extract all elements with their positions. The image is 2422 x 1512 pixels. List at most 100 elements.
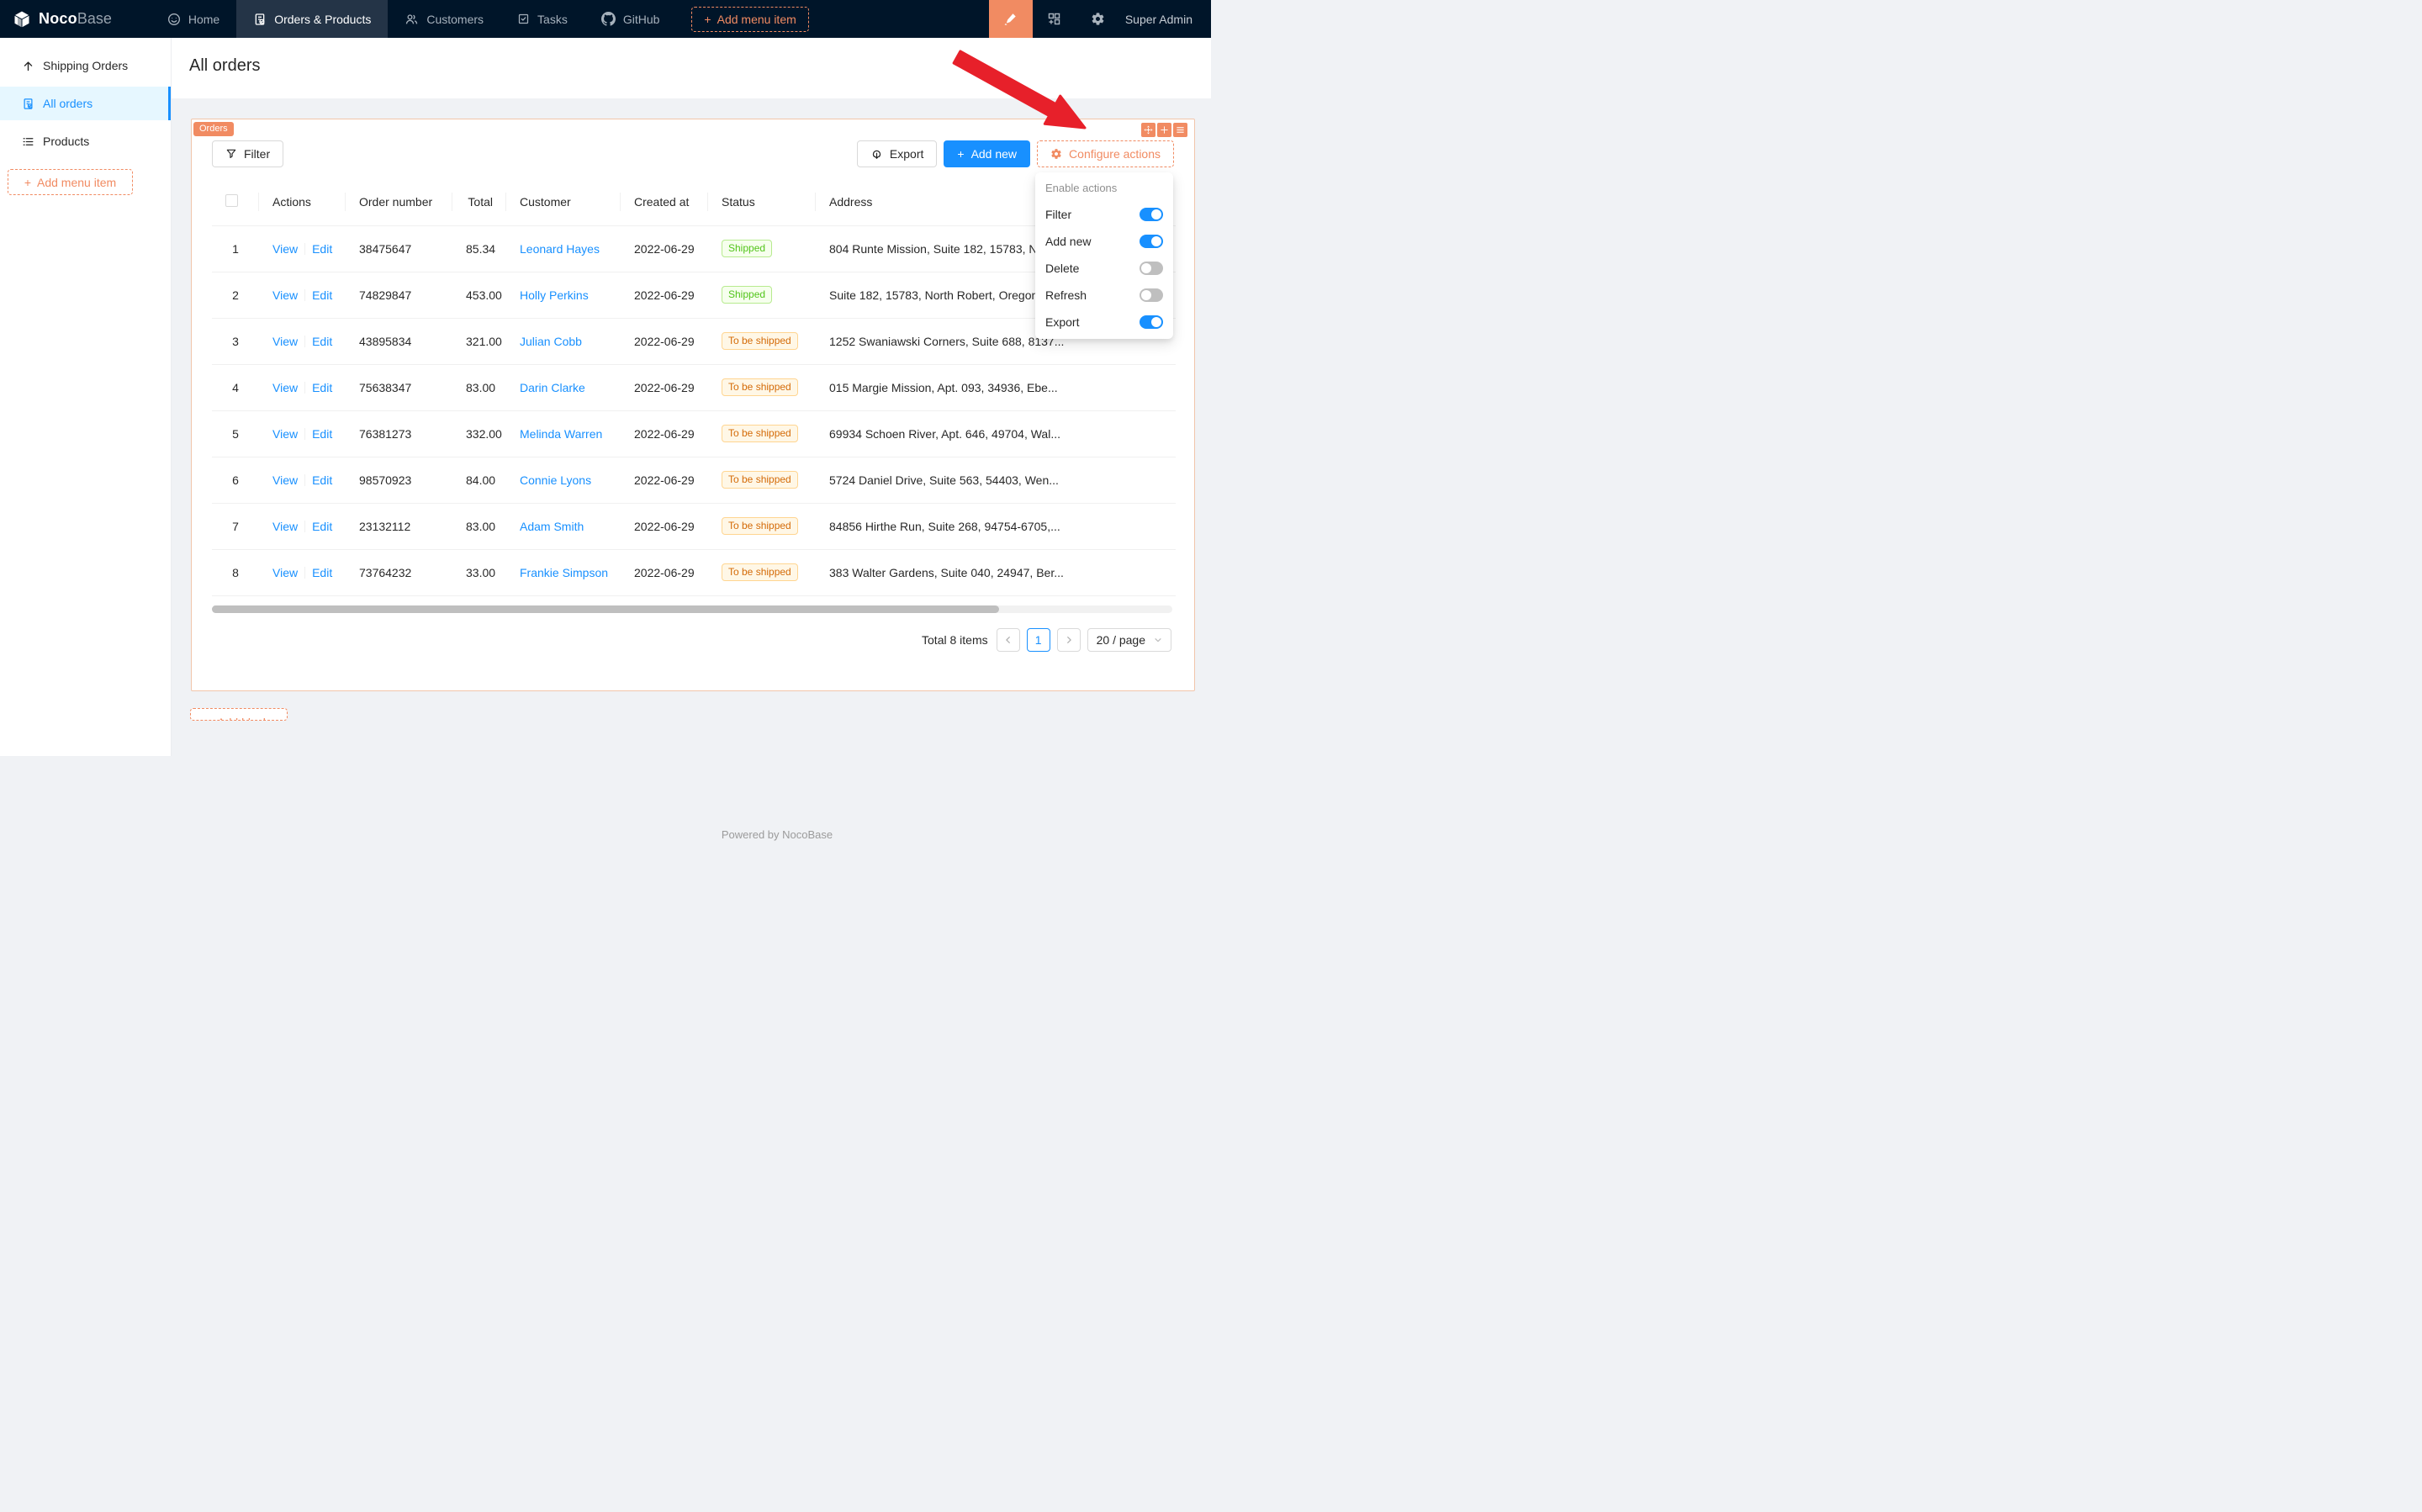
view-link[interactable]: View <box>272 242 298 256</box>
status-badge: To be shipped <box>722 517 798 535</box>
nav-item-customers[interactable]: Customers <box>388 0 500 38</box>
block-collection-tag: Orders <box>193 122 234 136</box>
view-link[interactable]: View <box>272 473 298 487</box>
divider <box>304 428 305 440</box>
pagination-prev-button[interactable] <box>997 628 1020 652</box>
page-title: All orders <box>189 56 260 76</box>
sidebar-add-menu-item-button[interactable]: + Add menu item <box>8 169 133 195</box>
created-at-cell: 2022-06-29 <box>621 364 708 410</box>
dropdown-item-delete[interactable]: Delete <box>1035 255 1173 282</box>
navbar-add-menu-item-button[interactable]: + Add menu item <box>691 7 808 32</box>
created-at-cell: 2022-06-29 <box>621 549 708 595</box>
select-all-checkbox[interactable] <box>225 194 238 207</box>
top-navbar: NocoBase Home <box>0 0 1211 38</box>
edit-link[interactable]: Edit <box>312 473 332 487</box>
view-link[interactable]: View <box>272 288 298 302</box>
total-cell: 83.00 <box>452 364 506 410</box>
edit-link[interactable]: Edit <box>312 242 332 256</box>
dropdown-item-add-new[interactable]: Add new <box>1035 228 1173 255</box>
add-new-toggle[interactable] <box>1140 235 1163 248</box>
edit-link[interactable]: Edit <box>312 335 332 348</box>
settings-gear-button[interactable] <box>1076 0 1120 38</box>
filter-toggle[interactable] <box>1140 208 1163 221</box>
view-link[interactable]: View <box>272 335 298 348</box>
add-block-button[interactable]: + Add block <box>190 708 288 721</box>
block-menu-icon[interactable] <box>1173 123 1187 137</box>
pagination-next-button[interactable] <box>1057 628 1081 652</box>
row-index: 2 <box>212 272 259 318</box>
filter-button[interactable]: Filter <box>212 140 283 167</box>
export-toggle[interactable] <box>1140 315 1163 329</box>
delete-toggle[interactable] <box>1140 262 1163 275</box>
dropdown-item-label: Refresh <box>1045 288 1087 302</box>
nav-item-tasks[interactable]: Tasks <box>500 0 584 38</box>
nav-item-label: Orders & Products <box>274 13 371 26</box>
add-menu-item-label: Add menu item <box>37 176 116 189</box>
dropdown-item-filter[interactable]: Filter <box>1035 201 1173 228</box>
sidebar-item-products[interactable]: Products <box>0 124 171 158</box>
sidebar-item-shipping-orders[interactable]: Shipping Orders <box>0 49 171 82</box>
address-cell: 383 Walter Gardens, Suite 040, 24947, Be… <box>816 549 1176 595</box>
edit-link[interactable]: Edit <box>312 381 332 394</box>
plugin-manager-button[interactable] <box>1033 0 1076 38</box>
view-link[interactable]: View <box>272 520 298 533</box>
customer-link[interactable]: Holly Perkins <box>520 288 589 302</box>
add-new-button[interactable]: + Add new <box>944 140 1030 167</box>
view-link[interactable]: View <box>272 381 298 394</box>
configure-actions-label: Configure actions <box>1069 147 1161 161</box>
nav-item-label: Customers <box>426 13 484 26</box>
created-at-cell: 2022-06-29 <box>621 410 708 457</box>
view-link[interactable]: View <box>272 566 298 579</box>
status-badge: Shipped <box>722 286 772 304</box>
nocobase-logo[interactable]: NocoBase <box>0 9 120 29</box>
table-row: 1 ViewEdit 38475647 85.34 Leonard Hayes … <box>212 225 1176 272</box>
customer-link[interactable]: Julian Cobb <box>520 335 582 348</box>
nav-item-label: Tasks <box>537 13 568 26</box>
export-button[interactable]: Export <box>857 140 937 167</box>
refresh-toggle[interactable] <box>1140 288 1163 302</box>
col-header-total: Total <box>452 179 506 225</box>
customer-link[interactable]: Connie Lyons <box>520 473 591 487</box>
horizontal-scrollbar-thumb[interactable] <box>212 605 999 613</box>
edit-link[interactable]: Edit <box>312 427 332 441</box>
nav-item-label: GitHub <box>623 13 660 26</box>
created-at-cell: 2022-06-29 <box>621 318 708 364</box>
github-icon <box>601 12 616 26</box>
total-cell: 84.00 <box>452 457 506 503</box>
configure-actions-button[interactable]: Configure actions <box>1037 140 1174 167</box>
highlighter-pen-icon <box>1003 12 1018 26</box>
cloud-download-icon <box>870 148 883 161</box>
customer-link[interactable]: Leonard Hayes <box>520 242 600 256</box>
file-check-icon <box>253 13 267 26</box>
edit-link[interactable]: Edit <box>312 520 332 533</box>
order-number-cell: 75638347 <box>346 364 452 410</box>
order-number-cell: 76381273 <box>346 410 452 457</box>
edit-link[interactable]: Edit <box>312 288 332 302</box>
dropdown-item-refresh[interactable]: Refresh <box>1035 282 1173 309</box>
customer-link[interactable]: Frankie Simpson <box>520 566 608 579</box>
page-size-select[interactable]: 20 / page <box>1087 628 1171 652</box>
view-link[interactable]: View <box>272 427 298 441</box>
customer-link[interactable]: Darin Clarke <box>520 381 585 394</box>
pagination-total: Total 8 items <box>922 633 988 647</box>
sidebar-item-all-orders[interactable]: All orders <box>0 87 171 120</box>
pagination-page-1[interactable]: 1 <box>1027 628 1050 652</box>
current-user[interactable]: Super Admin <box>1120 13 1211 26</box>
sidebar: Shipping Orders All orders Products + Ad… <box>0 38 172 756</box>
customer-link[interactable]: Melinda Warren <box>520 427 602 441</box>
add-block-icon[interactable] <box>1157 123 1171 137</box>
table-toolbar: Filter Export + Add new <box>212 140 1174 167</box>
nav-item-github[interactable]: GitHub <box>584 0 677 38</box>
drag-handle-icon[interactable] <box>1141 123 1155 137</box>
order-number-cell: 74829847 <box>346 272 452 318</box>
plus-icon: + <box>704 13 711 26</box>
customer-link[interactable]: Adam Smith <box>520 520 584 533</box>
dropdown-item-export[interactable]: Export <box>1035 309 1173 336</box>
nav-item-orders-products[interactable]: Orders & Products <box>236 0 388 38</box>
filter-funnel-icon <box>225 148 237 160</box>
table-row: 7 ViewEdit 23132112 83.00 Adam Smith 202… <box>212 503 1176 549</box>
nav-item-home[interactable]: Home <box>151 0 236 38</box>
ui-editor-button[interactable] <box>989 0 1033 38</box>
sidebar-item-label: All orders <box>43 97 93 110</box>
edit-link[interactable]: Edit <box>312 566 332 579</box>
